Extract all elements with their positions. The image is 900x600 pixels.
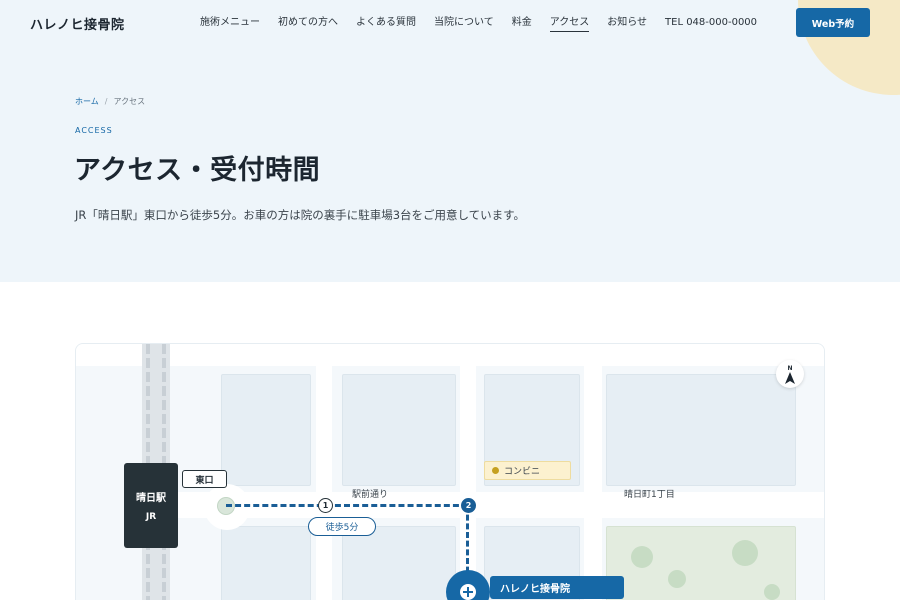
compass-north-label: N — [787, 364, 793, 372]
section-eyebrow: ACCESS — [75, 126, 113, 135]
page-title: アクセス・受付時間 — [74, 155, 321, 186]
nav-item-faq[interactable]: よくある質問 — [356, 16, 416, 32]
site-logo[interactable]: ハレノヒ接骨院 — [30, 14, 125, 33]
nav-item-first-time[interactable]: 初めての方へ — [278, 16, 338, 32]
city-block — [221, 374, 311, 486]
convenience-store-label: コンビニ — [504, 467, 541, 477]
store-dot-icon — [492, 467, 499, 474]
tree — [668, 570, 686, 588]
route-step-2: 2 — [461, 498, 476, 513]
tree — [732, 540, 758, 566]
road — [316, 344, 332, 600]
street-label-main: 駅前通り — [352, 490, 389, 500]
access-map: 晴日駅 JR 東口 1 2 徒歩5分 駅前通り 晴日町1丁目 コンビニ N ハレ… — [75, 343, 825, 600]
nav-item-news[interactable]: お知らせ — [607, 16, 647, 32]
route-step-1: 1 — [318, 498, 333, 513]
tree — [631, 546, 653, 568]
breadcrumb-current: アクセス — [113, 97, 146, 106]
convenience-store-marker: コンビニ — [484, 461, 571, 480]
global-nav: 施術メニュー 初めての方へ よくある質問 当院について 料金 アクセス お知らせ… — [200, 16, 757, 32]
nav-item-menu[interactable]: 施術メニュー — [200, 16, 260, 32]
nav-item-price[interactable]: 料金 — [512, 16, 532, 32]
street-label-town: 晴日町1丁目 — [624, 490, 675, 500]
station-name: 晴日駅 — [136, 493, 166, 504]
site-header: ハレノヒ接骨院 施術メニュー 初めての方へ よくある質問 当院について 料金 ア… — [0, 0, 900, 46]
medical-cross-icon — [460, 584, 476, 600]
exit-label: 東口 — [182, 470, 227, 488]
city-block — [606, 374, 796, 486]
phone-number[interactable]: TEL 048-000-0000 — [665, 16, 757, 32]
tree — [764, 584, 780, 600]
road — [76, 344, 824, 366]
breadcrumb-home-link[interactable]: ホーム — [75, 97, 99, 106]
clinic-label: ハレノヒ接骨院 — [490, 576, 624, 599]
city-block — [342, 526, 456, 600]
road — [584, 344, 602, 600]
lead-text: JR「晴日駅」東口から徒歩5分。お車の方は院の裏手に駐車場3台をご用意しています… — [75, 208, 526, 222]
station-marker: 晴日駅 JR — [124, 463, 178, 548]
nav-item-about[interactable]: 当院について — [434, 16, 494, 32]
station-line: JR — [145, 512, 157, 522]
web-reservation-button[interactable]: Web予約 — [796, 8, 870, 37]
city-block — [342, 374, 456, 486]
breadcrumb-separator: / — [104, 97, 108, 106]
city-block — [221, 526, 311, 600]
walking-route — [226, 504, 468, 507]
compass: N — [776, 360, 804, 388]
walk-time-badge: 徒歩5分 — [308, 517, 376, 536]
nav-item-access[interactable]: アクセス — [549, 16, 590, 32]
north-arrow-icon — [785, 371, 795, 384]
breadcrumb: ホーム / アクセス — [75, 96, 145, 107]
